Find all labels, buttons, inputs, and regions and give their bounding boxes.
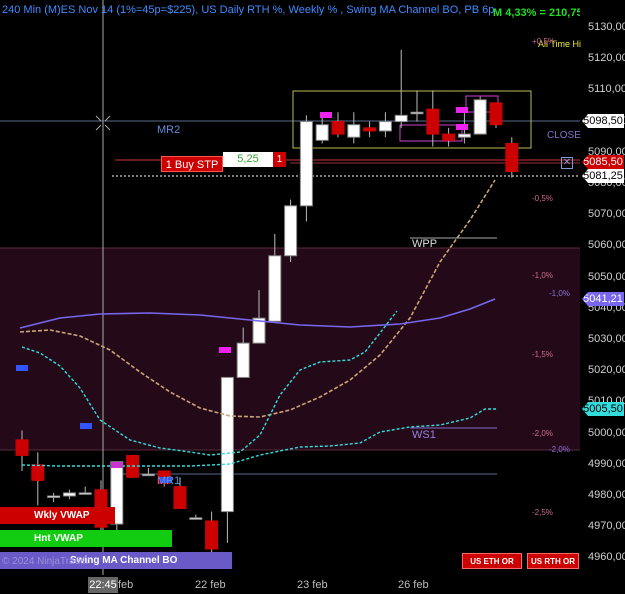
candle-body	[473, 99, 487, 135]
y-tick-label: 4980,00	[588, 489, 625, 501]
signal-marker	[320, 112, 332, 118]
candle-body	[378, 121, 392, 132]
signal-marker	[456, 124, 468, 130]
y-tick-label: 5070,00	[588, 208, 625, 221]
candle-body	[457, 133, 471, 138]
pct-minus-10: -1,0%	[532, 271, 553, 280]
candle-body	[268, 255, 282, 322]
signal-marker	[456, 107, 468, 113]
x-label-22feb: 22 feb	[195, 579, 226, 591]
candle-body	[236, 342, 250, 378]
candle-body	[331, 121, 345, 135]
x-label-26feb: 26 feb	[398, 579, 429, 591]
last-price-tag: 5081,25	[582, 169, 624, 183]
candle-body	[220, 376, 234, 513]
ws1-label: WS1	[412, 429, 436, 441]
mr2-label: MR2	[157, 124, 181, 136]
x-label-23feb: 23 feb	[297, 579, 328, 591]
channel-price-tag: 5005,50	[582, 402, 624, 416]
copyright-text: © 2024 NinjaTrader	[2, 556, 90, 567]
y-tick-label: 4990,00	[588, 457, 625, 470]
pct-minus-05: -0,5%	[532, 194, 553, 203]
candle-body	[173, 486, 187, 509]
candle-body	[315, 124, 329, 141]
candle-body	[410, 111, 424, 115]
buy-stop-order-button[interactable]: 1 Buy STP	[161, 156, 223, 172]
y-tick-label: 4960,00	[588, 551, 625, 564]
pct-plus-05: +0,5%	[532, 37, 555, 46]
candle-body	[505, 142, 519, 173]
candle-body	[426, 108, 440, 135]
signal-marker	[16, 365, 28, 371]
order-price-tag: 5085,50	[582, 155, 624, 169]
y-tick-label: 4970,00	[588, 520, 625, 533]
pct-minus-10-weekly: -1,0%	[549, 289, 570, 298]
close-order-icon[interactable]: ✕	[561, 157, 573, 169]
candle-body	[284, 205, 298, 257]
y-tick-label: 5000,00	[588, 426, 625, 439]
wkly-vwap-legend: Wkly VWAP	[0, 507, 115, 524]
candle-body	[363, 127, 377, 132]
candle-body	[299, 121, 313, 207]
pct-minus-20-weekly: -2,0%	[549, 445, 570, 454]
y-tick-label: 5110,00	[588, 83, 625, 96]
y-tick-label: 5030,00	[588, 333, 625, 345]
candle-body	[15, 439, 29, 456]
candle-body	[47, 495, 61, 498]
hnt-vwap-legend: Hnt VWAP	[0, 530, 172, 547]
y-tick-label: 5120,00	[588, 52, 625, 65]
pct-minus-15: -1,5%	[532, 350, 553, 359]
candle-body	[31, 464, 45, 481]
ma-price-tag: 5041,21	[582, 292, 624, 306]
mr1-label: MR1	[157, 475, 181, 487]
order-price-field[interactable]: 5,25	[223, 152, 273, 167]
signal-marker	[219, 347, 231, 353]
us-eth-or-button[interactable]: US ETH OR	[462, 553, 522, 569]
price-chart-canvas[interactable]	[0, 0, 580, 575]
order-quantity-badge[interactable]: 1	[273, 152, 286, 167]
signal-marker	[111, 462, 123, 468]
candle-body	[394, 114, 408, 123]
wpp-label: WPP	[412, 238, 438, 250]
close-label: CLOSE	[547, 130, 581, 141]
candle-body	[189, 517, 203, 520]
candle-body	[442, 133, 456, 141]
candle-body	[347, 124, 361, 138]
performance-readout: M 4,33% = 210,75	[493, 7, 583, 19]
candle-body	[62, 492, 76, 497]
cursor-time-label: 22:45	[88, 577, 118, 593]
zone-shade	[0, 248, 580, 450]
y-tick-label: 5130,00	[588, 21, 625, 33]
candle-body	[205, 520, 219, 550]
y-tick-label: 5050,00	[588, 270, 625, 283]
y-tick-label: 5020,00	[588, 364, 625, 377]
time-axis[interactable]	[0, 575, 580, 594]
chart-title: 240 Min (M)ES Nov 14 (1%=45p=$225), US D…	[2, 4, 495, 16]
candle-body	[78, 492, 92, 495]
us-rth-or-button[interactable]: US RTH OR	[527, 553, 579, 569]
pct-minus-25: -2,5%	[532, 508, 553, 517]
candle-body	[489, 102, 503, 126]
x-label-partial: feb	[118, 579, 134, 591]
signal-marker	[80, 423, 92, 429]
candle-body	[141, 473, 155, 477]
y-tick-label: 5060,00	[588, 239, 625, 252]
crosshair-price-tag: 5098,50	[582, 114, 624, 128]
pct-minus-20: -2,0%	[532, 429, 553, 438]
